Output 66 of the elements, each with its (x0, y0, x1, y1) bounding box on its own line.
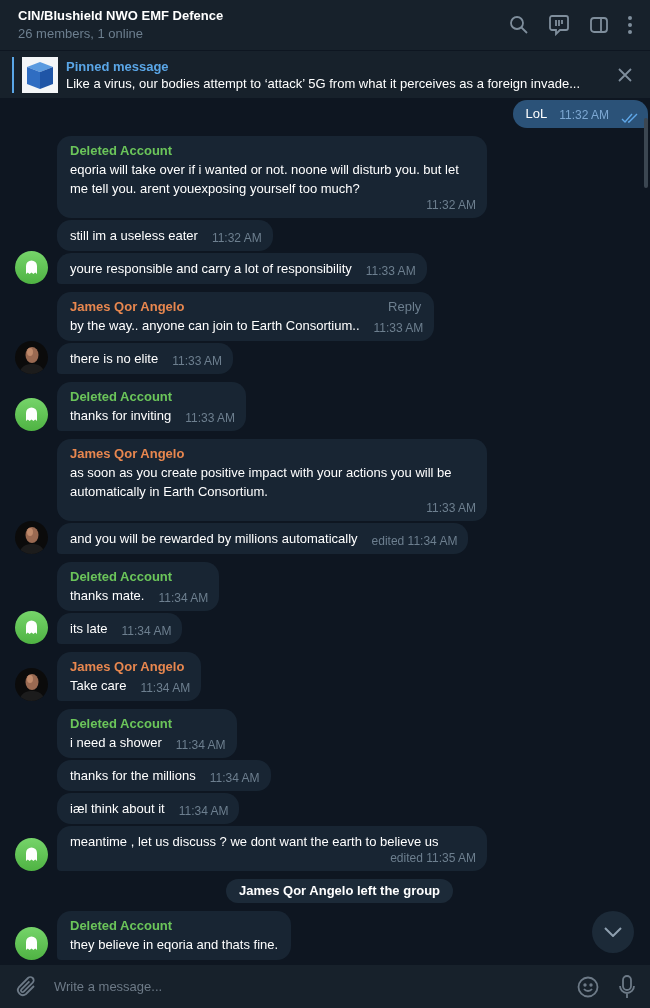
message-text: Take care (70, 677, 127, 695)
message-text: thanks mate. (70, 587, 145, 605)
sender-name: Deleted Account (70, 917, 173, 935)
message-time: 11:34 AM (175, 738, 226, 752)
sender-name: Deleted Account (70, 142, 173, 160)
sender-name: Deleted Account (70, 715, 173, 733)
message-time: 11:34 AM (158, 591, 209, 605)
message-time: 11:32 AM (426, 198, 476, 212)
pinned-label: Pinned message (66, 57, 170, 75)
message-time: 11:33 AM (426, 501, 476, 515)
sender-name: James Qor Angelo (70, 445, 185, 463)
message-time: 11:33 AM (185, 411, 235, 425)
message-time: 11:33 AM (172, 354, 222, 368)
more-icon[interactable] (628, 16, 632, 34)
message-text: thanks for the millions (70, 767, 196, 785)
speech-bubble-icon[interactable] (548, 14, 570, 36)
message-text: by the way.. anyone can join to Earth Consortium.. (70, 317, 360, 335)
message-text: iæl think about it (70, 800, 165, 818)
search-icon[interactable] (509, 15, 529, 35)
sender-name: James Qor Angelo (70, 298, 185, 316)
message-text: thanks for inviting (70, 407, 172, 425)
member-count: 26 members, 1 online (18, 25, 144, 43)
ghost-avatar[interactable] (15, 251, 48, 284)
message-text: youre responsible and carry a lot of responsibility (70, 260, 352, 278)
message-text: there is no elite (70, 350, 159, 368)
scroll-down-button[interactable] (592, 911, 634, 953)
message-time: 11:34 AM (121, 624, 172, 638)
sidebar-icon[interactable] (589, 15, 609, 35)
sender-name: Deleted Account (70, 568, 173, 586)
message-time: 11:32 AM (211, 231, 262, 245)
message-text: as soon as you create positive impact with your actions you will be automatically in Earth Consortium. (70, 464, 453, 501)
ghost-avatar[interactable] (15, 838, 48, 871)
message-time: 11:34 AM (209, 771, 260, 785)
close-icon[interactable] (618, 67, 632, 82)
sender-name: Deleted Account (70, 388, 173, 406)
microphone-icon[interactable] (619, 974, 635, 999)
paperclip-icon[interactable] (15, 975, 37, 998)
chevron-down-icon (604, 927, 622, 937)
message-time: 11:33 AM (373, 321, 424, 335)
message-text: still im a useless eater (70, 227, 198, 245)
pinned-text: Like a virus, our bodies attempt to ‘attack’ 5G from what it perceives as a foreign invade... (66, 74, 581, 92)
service-message: James Qor Angelo left the group (225, 879, 453, 903)
emoji-icon[interactable] (577, 975, 599, 998)
message-time: edited 11:35 AM (390, 851, 476, 865)
message-text: meantime , let us discuss ? we dont want the earth to believe us (70, 833, 439, 851)
message-text: they believe in eqoria and thats fine. (70, 936, 279, 954)
message-time: edited 11:34 AM (371, 534, 458, 548)
ghost-avatar[interactable] (15, 611, 48, 644)
pinned-bar[interactable]: Pinned message Like a virus, our bodies attempt to ‘attack’ 5G from what it perceives as a foreign invade... (0, 50, 650, 98)
composer-bar[interactable]: Write a message... (0, 965, 650, 1008)
message-text: and you will be rewarded by millions automatically (70, 530, 358, 548)
scrollbar[interactable] (644, 118, 648, 188)
message-text: i need a shower (70, 734, 162, 752)
message-time: 11:34 AM (178, 804, 229, 818)
message-text: its late (70, 620, 108, 638)
message-text: LoL (525, 105, 548, 123)
chat-title: CIN/Blushield NWO EMF Defence (18, 7, 225, 25)
ghost-avatar[interactable] (15, 927, 48, 960)
reply-link[interactable]: Reply (388, 298, 422, 316)
sender-name: James Qor Angelo (70, 658, 185, 676)
message-time: 11:32 AM (559, 107, 609, 123)
ghost-avatar[interactable] (15, 398, 48, 431)
message-input[interactable]: Write a message... (54, 976, 577, 997)
message-text: eqoria will take over if i wanted or not. noone will disturb you. but let me tell you. arent youexposing yourself too much? (70, 161, 460, 198)
message-time: 11:34 AM (140, 681, 191, 695)
message-time: 11:33 AM (365, 264, 416, 278)
